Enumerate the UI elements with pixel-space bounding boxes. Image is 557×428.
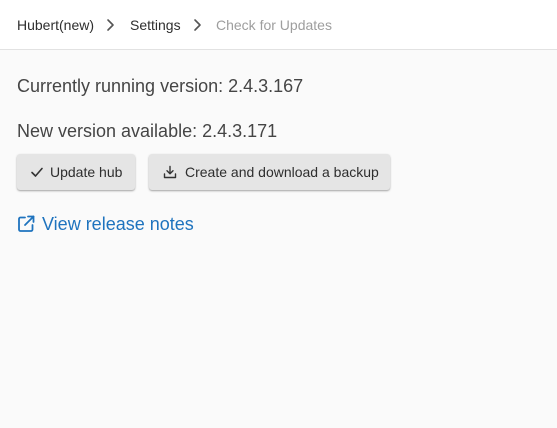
- external-link-icon: [18, 215, 35, 232]
- check-icon: [31, 167, 43, 177]
- chevron-right-icon: [107, 19, 114, 31]
- chevron-right-icon: [194, 19, 201, 31]
- breadcrumb-item-hub[interactable]: Hubert(new): [17, 16, 94, 34]
- breadcrumb-item-check-for-updates: Check for Updates: [216, 17, 332, 33]
- download-tray-icon: [163, 165, 177, 179]
- breadcrumb-item-settings[interactable]: Settings: [130, 16, 181, 34]
- breadcrumb-bar: Hubert(new) Settings Check for Updates: [0, 0, 557, 50]
- update-hub-button[interactable]: Update hub: [17, 154, 135, 190]
- current-version-text: Currently running version: 2.4.3.167: [17, 76, 304, 96]
- view-release-notes-label: View release notes: [42, 214, 194, 234]
- create-backup-label: Create and download a backup: [185, 164, 379, 180]
- create-backup-button[interactable]: Create and download a backup: [149, 154, 390, 190]
- new-version-text: New version available: 2.4.3.171: [17, 121, 278, 141]
- update-hub-label: Update hub: [50, 164, 123, 180]
